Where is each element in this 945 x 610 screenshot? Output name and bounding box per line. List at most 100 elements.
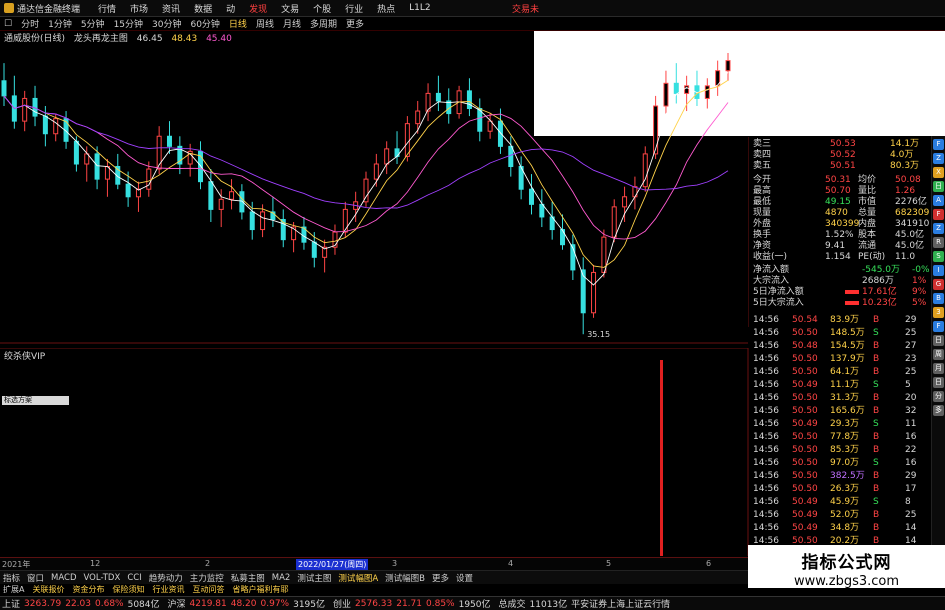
- index-sh-label[interactable]: 上证: [2, 597, 20, 610]
- period-tab-30min[interactable]: 30分钟: [152, 17, 181, 30]
- tab-related-quote[interactable]: 关联报价: [32, 584, 64, 595]
- tab-insurance[interactable]: 保险须知: [112, 584, 144, 595]
- period-tab-multi[interactable]: 多周期: [310, 17, 337, 30]
- tab-ma2[interactable]: MA2: [272, 573, 291, 583]
- candle[interactable]: [311, 241, 317, 258]
- menu-stock[interactable]: 个股: [313, 2, 331, 15]
- menu-data[interactable]: 数据: [194, 2, 212, 15]
- tab-test-main[interactable]: 测试主图: [297, 572, 331, 584]
- toolbar-icon-3[interactable]: 日: [933, 181, 944, 192]
- candle[interactable]: [415, 110, 421, 125]
- candlestick-chart[interactable]: 35.15: [0, 44, 748, 344]
- candle[interactable]: [229, 191, 235, 200]
- candle[interactable]: [435, 92, 441, 102]
- menu-dynamic[interactable]: 动: [226, 2, 235, 15]
- candle[interactable]: [466, 90, 472, 110]
- tab-extend-a[interactable]: 扩展A: [3, 584, 24, 595]
- toolbar-icon-2[interactable]: X: [933, 167, 944, 178]
- candle[interactable]: [508, 145, 514, 168]
- toolbar-icon-17[interactable]: 日: [933, 377, 944, 388]
- candle[interactable]: [53, 118, 59, 135]
- toolbar-icon-0[interactable]: F: [933, 139, 944, 150]
- toolbar-icon-19[interactable]: 多: [933, 405, 944, 416]
- candle[interactable]: [22, 97, 28, 122]
- candle[interactable]: [166, 135, 172, 147]
- menu-trade-text[interactable]: 文易: [281, 2, 299, 15]
- toolbar-icon-11[interactable]: B: [933, 293, 944, 304]
- candle[interactable]: [384, 148, 390, 165]
- candle[interactable]: [528, 188, 534, 205]
- tab-benefits[interactable]: 省略户福利有耶: [232, 584, 288, 595]
- tab-more[interactable]: 更多: [432, 572, 449, 584]
- period-icon[interactable]: ☐: [4, 19, 12, 29]
- menu-discover[interactable]: 发现: [249, 2, 267, 15]
- tab-window[interactable]: 窗口: [27, 572, 44, 584]
- candle[interactable]: [704, 85, 710, 99]
- menu-hotspot[interactable]: 热点: [377, 2, 395, 15]
- menu-market[interactable]: 市场: [130, 2, 148, 15]
- menu-quotes[interactable]: 行情: [98, 2, 116, 15]
- period-tab-intraday[interactable]: 分时: [21, 17, 39, 30]
- toolbar-icon-9[interactable]: I: [933, 265, 944, 276]
- toolbar-icon-1[interactable]: Z: [933, 153, 944, 164]
- toolbar-icon-18[interactable]: 分: [933, 391, 944, 402]
- toolbar-icon-4[interactable]: A: [933, 195, 944, 206]
- candle[interactable]: [260, 211, 266, 231]
- toolbar-icon-8[interactable]: S: [933, 251, 944, 262]
- candle[interactable]: [394, 148, 400, 157]
- candle[interactable]: [125, 183, 131, 198]
- candle[interactable]: [611, 206, 617, 238]
- sub-indicator-chart[interactable]: 3.002.752.502.252.001.751.501.251.000.75…: [0, 348, 785, 556]
- period-tab-more[interactable]: 更多: [346, 17, 364, 30]
- tab-industry-news[interactable]: 行业资讯: [152, 584, 184, 595]
- candle[interactable]: [208, 181, 214, 210]
- index-cy-label[interactable]: 创业: [333, 597, 351, 610]
- tab-trend-power[interactable]: 趋势动力: [149, 572, 183, 584]
- candle[interactable]: [218, 198, 224, 210]
- toolbar-icon-5[interactable]: F: [933, 209, 944, 220]
- candle[interactable]: [560, 229, 566, 246]
- candle[interactable]: [249, 211, 255, 231]
- toolbar-icon-12[interactable]: 3: [933, 307, 944, 318]
- toolbar-icon-15[interactable]: 周: [933, 349, 944, 360]
- tab-test-sub-a[interactable]: 测试幅图A: [338, 572, 378, 584]
- candle[interactable]: [725, 60, 731, 72]
- toolbar-icon-7[interactable]: R: [933, 237, 944, 248]
- candle[interactable]: [663, 82, 669, 107]
- tab-test-sub-b[interactable]: 测试幅图B: [385, 572, 425, 584]
- candle[interactable]: [673, 82, 679, 94]
- candle[interactable]: [73, 140, 79, 165]
- menu-l1l2[interactable]: L1L2: [409, 3, 430, 13]
- indicator-name[interactable]: 龙头再龙主图: [74, 34, 128, 44]
- menu-industry[interactable]: 行业: [345, 2, 363, 15]
- candle[interactable]: [1, 80, 7, 97]
- period-tab-15min[interactable]: 15分钟: [114, 17, 143, 30]
- tab-indicator[interactable]: 指标: [3, 572, 20, 584]
- candle[interactable]: [591, 271, 597, 314]
- period-tab-monthly[interactable]: 月线: [283, 17, 301, 30]
- candle[interactable]: [373, 163, 379, 180]
- candle[interactable]: [42, 115, 48, 135]
- tab-cci[interactable]: CCI: [127, 573, 141, 583]
- toolbar-icon-13[interactable]: F: [933, 321, 944, 332]
- toolbar-icon-10[interactable]: G: [933, 279, 944, 290]
- index-hs-label[interactable]: 沪深: [168, 597, 186, 610]
- candle[interactable]: [539, 203, 545, 218]
- candle[interactable]: [653, 105, 659, 155]
- candle[interactable]: [497, 120, 503, 147]
- menu-news[interactable]: 资讯: [162, 2, 180, 15]
- candle[interactable]: [622, 196, 628, 208]
- candle[interactable]: [404, 123, 410, 157]
- tab-settings[interactable]: 设置: [456, 572, 473, 584]
- period-tab-1min[interactable]: 1分钟: [48, 17, 72, 30]
- toolbar-icon-16[interactable]: 月: [933, 363, 944, 374]
- toolbar-icon-6[interactable]: Z: [933, 223, 944, 234]
- tab-fund-distribution[interactable]: 资金分布: [72, 584, 104, 595]
- candle[interactable]: [342, 208, 348, 233]
- trade-button[interactable]: 交易未: [512, 2, 539, 15]
- tab-main-force[interactable]: 主力监控: [190, 572, 224, 584]
- tab-macd[interactable]: MACD: [51, 573, 76, 583]
- period-tab-5min[interactable]: 5分钟: [81, 17, 105, 30]
- tab-qa[interactable]: 互动问答: [192, 584, 224, 595]
- tab-vol-tdx[interactable]: VOL-TDX: [84, 573, 121, 583]
